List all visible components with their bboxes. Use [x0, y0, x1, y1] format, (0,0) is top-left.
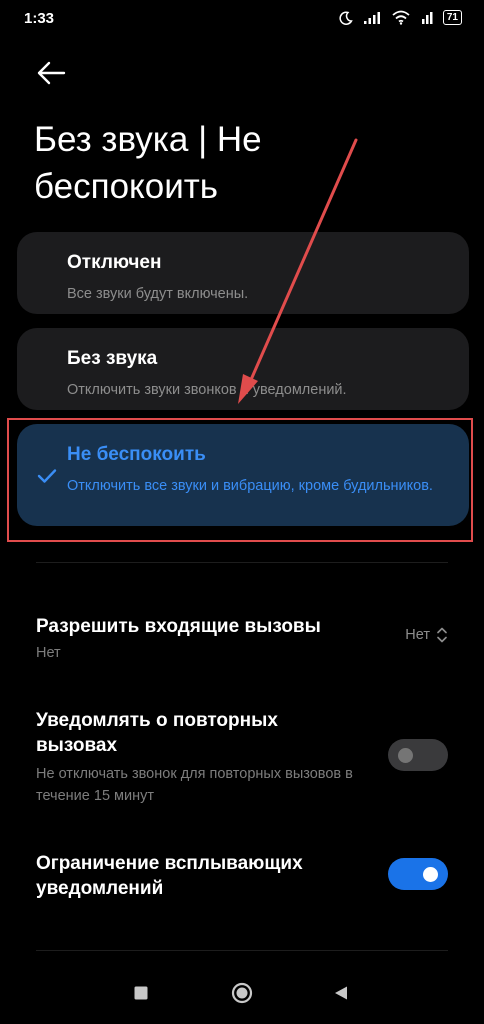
- toggle-knob: [423, 867, 438, 882]
- mode-mute-description: Отключить звуки звонков и уведомлений.: [67, 382, 347, 398]
- back-arrow-icon[interactable]: [34, 58, 68, 88]
- chevron-updown-icon: [437, 627, 447, 643]
- mode-mute-title: Без звука: [67, 348, 158, 369]
- repeat-calls-title: Уведомлять о повторных вызовах: [36, 710, 278, 756]
- circle-nav-icon[interactable]: [231, 982, 253, 1004]
- navigation-bar: [0, 962, 484, 1024]
- repeat-calls-toggle[interactable]: [388, 739, 448, 771]
- repeat-calls-subtitle: Не отключать звонок для повторных вызово…: [36, 766, 353, 804]
- signal-icon: [421, 11, 433, 24]
- status-icons: 71: [339, 10, 462, 25]
- divider: [36, 562, 448, 563]
- allow-calls-subtitle: Нет: [36, 645, 61, 661]
- mode-off-description: Все звуки будут включены.: [67, 286, 249, 302]
- page-title: Без звука | Не беспокоить: [34, 120, 262, 206]
- status-time: 1:33: [24, 10, 55, 27]
- square-nav-icon[interactable]: [133, 985, 149, 1001]
- annotation-highlight-box: [7, 418, 473, 542]
- mode-off-title: Отключен: [67, 252, 162, 273]
- toggle-knob: [398, 748, 413, 763]
- mode-off-option[interactable]: Отключен Все звуки будут включены.: [17, 232, 469, 314]
- status-bar: 1:33 71: [0, 0, 484, 40]
- allow-calls-title: Разрешить входящие вызовы: [36, 616, 321, 637]
- moon-icon: [339, 10, 353, 25]
- wifi-icon: [392, 10, 410, 25]
- allow-calls-value-text: Нет: [405, 627, 430, 643]
- triangle-nav-icon[interactable]: [333, 985, 349, 1001]
- allow-calls-value[interactable]: Нет: [405, 626, 448, 644]
- mode-mute-option[interactable]: Без звука Отключить звуки звонков и увед…: [17, 328, 469, 410]
- battery-icon: 71: [442, 10, 462, 25]
- signal-icon: [363, 11, 380, 24]
- divider: [36, 950, 448, 951]
- popup-limit-toggle[interactable]: [388, 858, 448, 890]
- popup-limit-title: Ограничение всплывающих уведомлений: [36, 853, 303, 899]
